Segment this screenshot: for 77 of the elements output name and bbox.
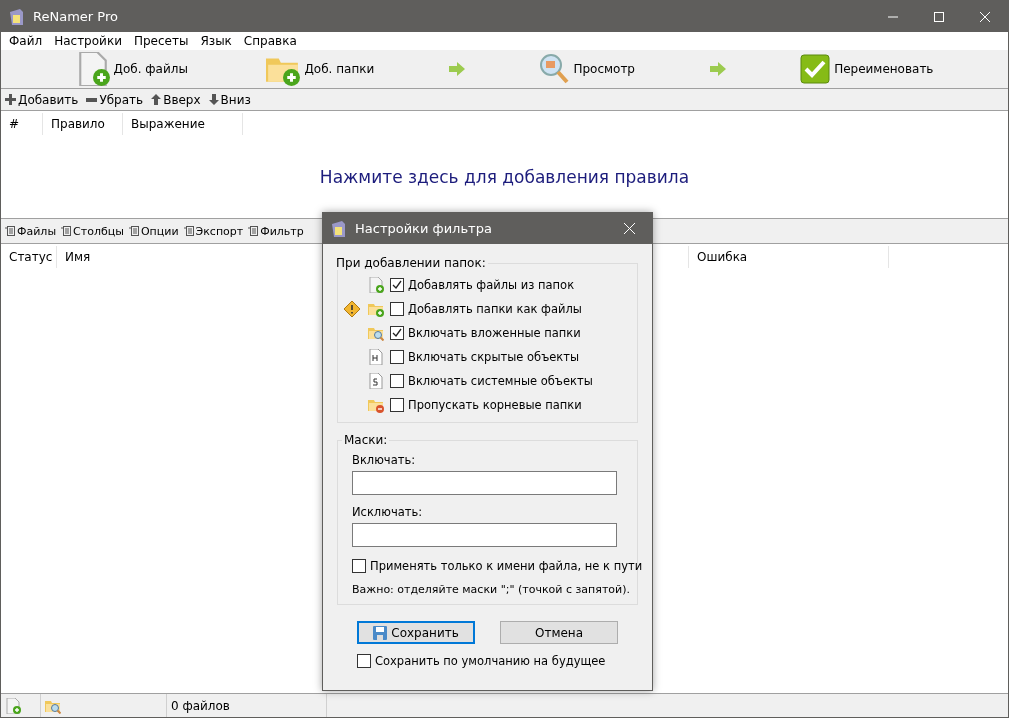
menu-item[interactable]: Пресеты [127, 34, 195, 48]
menu-item[interactable]: Файл [3, 34, 49, 48]
exclude-field[interactable] [352, 523, 617, 547]
maximize-icon [934, 11, 944, 22]
magnifier-icon [539, 53, 570, 85]
checkmark-icon [800, 54, 831, 84]
add-rule-hint[interactable]: Нажмите здесь для добавления правила [1, 167, 1008, 187]
tab-button[interactable]: Файлы [5, 224, 57, 238]
toolbar-button[interactable]: Добавить [5, 92, 79, 107]
toolbar-button[interactable]: Вниз [208, 92, 251, 107]
group-title: При добавлении папок: [335, 256, 487, 270]
minus-icon [86, 97, 98, 102]
app-icon [9, 8, 25, 25]
app-icon [331, 220, 347, 237]
menu-item[interactable]: Справка [237, 34, 303, 48]
arrow-up-icon [151, 94, 162, 105]
list-icon [248, 226, 259, 236]
checkbox[interactable] [357, 654, 371, 668]
checkbox[interactable] [390, 398, 404, 412]
checkbox[interactable] [390, 278, 404, 292]
list-icon [183, 226, 194, 236]
file-count: 0 файлов [171, 698, 230, 713]
field-label: Исключать: [352, 505, 424, 519]
checkbox-label: Включать скрытые объекты [408, 350, 580, 364]
checkbox-label: Включать системные объекты [408, 374, 593, 388]
checkbox-label: Пропускать корневые папки [408, 398, 582, 412]
close-icon [623, 223, 635, 234]
checkbox-label: Сохранить по умолчанию на будущее [375, 654, 606, 668]
checkbox-label: Добавлять папки как файлы [408, 302, 582, 316]
menu-item[interactable]: Настройки [48, 34, 128, 48]
column-header: # [1, 113, 43, 135]
list-icon [5, 226, 15, 236]
save-button[interactable]: Сохранить [357, 621, 475, 644]
tab-button[interactable]: Опции [128, 224, 179, 238]
toolbar-button[interactable]: Переименовать [796, 52, 938, 86]
menu-item[interactable]: Язык [194, 34, 238, 48]
toolbar-button[interactable]: Вверх [151, 92, 201, 107]
toolbar-button[interactable]: Убрать [86, 92, 144, 107]
column-header: Статус [1, 246, 57, 268]
list-icon [128, 226, 139, 236]
arrow-right-icon [709, 62, 726, 76]
toolbar-button[interactable]: Доб. папки [262, 50, 379, 88]
checkbox[interactable] [390, 374, 404, 388]
checkbox-label: Включать вложенные папки [408, 326, 581, 340]
list-icon [61, 226, 72, 236]
file-add-icon [368, 277, 384, 293]
folder-remove-icon [368, 397, 384, 413]
tab-button[interactable]: Экспорт [183, 224, 244, 238]
checkbox[interactable] [390, 350, 404, 364]
cancel-button[interactable]: Отмена [500, 621, 618, 644]
note-text: Важно: отделяйте маски ";" (точкой с запятой). [352, 583, 631, 596]
file-add-icon [5, 697, 21, 714]
folder-search-icon [368, 325, 384, 341]
tab-button[interactable]: Фильтр [248, 224, 304, 238]
toolbar-button[interactable]: Доб. файлы [71, 50, 192, 88]
column-header: Правило [43, 113, 123, 135]
checkbox-label: Применять только к имени файла, не к пути [370, 559, 643, 573]
folder-add-icon [368, 301, 384, 317]
checkbox[interactable] [390, 302, 404, 316]
checkbox[interactable] [390, 326, 404, 340]
column-header: Выражение [123, 113, 243, 135]
checkbox-label: Добавлять файлы из папок [408, 278, 575, 292]
toolbar-button[interactable]: Просмотр [535, 51, 639, 87]
hidden-file-icon [369, 349, 383, 365]
group-title: Маски: [343, 433, 389, 447]
field-label: Включать: [352, 453, 417, 467]
tab-button[interactable]: Столбцы [61, 224, 124, 238]
dialog-title: Настройки фильтра [355, 221, 493, 236]
include-field[interactable] [352, 471, 617, 495]
system-file-icon [369, 373, 383, 389]
checkbox[interactable] [352, 559, 366, 573]
arrow-right-icon [448, 62, 465, 76]
column-header: Ошибка [689, 246, 889, 268]
close-icon [980, 11, 990, 22]
plus-icon [5, 94, 16, 105]
arrow-down-icon [208, 94, 219, 105]
window-title: ReNamer Pro [33, 9, 119, 24]
